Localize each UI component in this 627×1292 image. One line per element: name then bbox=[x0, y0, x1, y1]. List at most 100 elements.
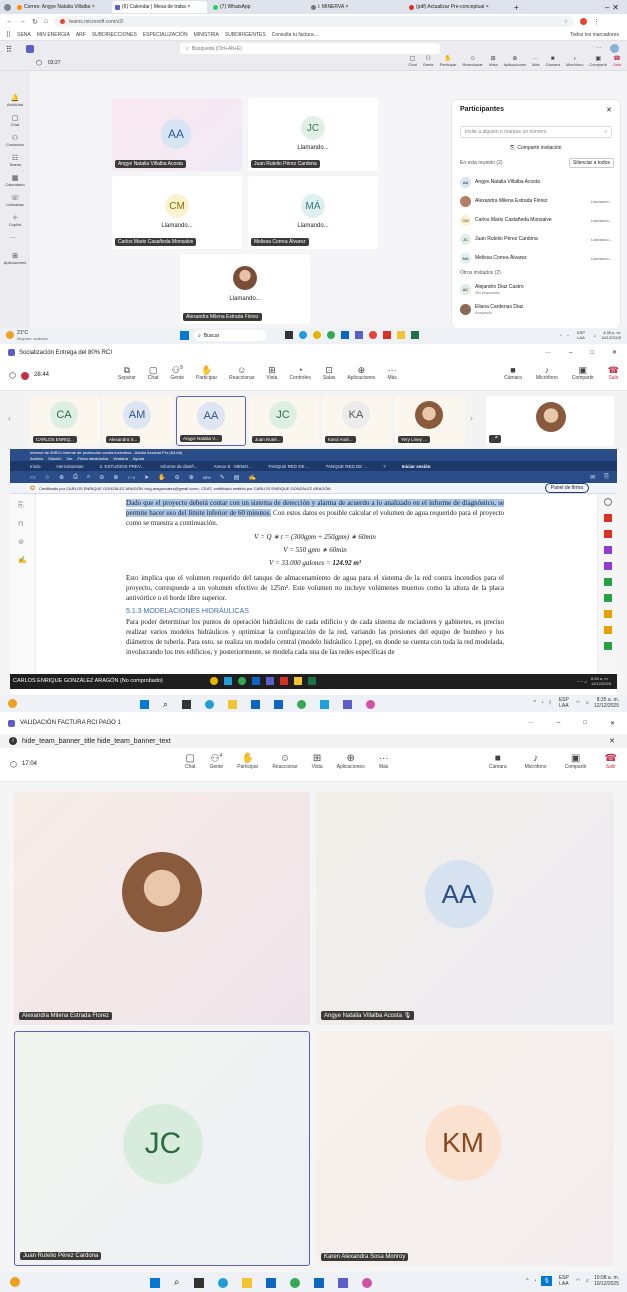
star-icon[interactable]: ☆ bbox=[45, 474, 50, 481]
explorer-icon[interactable] bbox=[241, 1277, 252, 1288]
home-icon[interactable]: ⌂ bbox=[44, 18, 48, 25]
rail-teams[interactable]: ☷ Teams bbox=[3, 155, 27, 167]
strip-participant-tile[interactable]: AA Angye Natalia V... bbox=[176, 396, 246, 446]
wifi-icon[interactable]: ◠ bbox=[576, 1278, 580, 1284]
chrome-icon[interactable] bbox=[327, 331, 335, 339]
chat-button[interactable]: ▢ Chat bbox=[185, 754, 196, 771]
volume-icon[interactable]: ♫ bbox=[593, 333, 596, 338]
menu-item[interactable]: Ventana bbox=[113, 456, 128, 461]
camera-button[interactable]: ■ Cámara bbox=[546, 56, 560, 67]
mute-all-button[interactable]: Silenciar a todos bbox=[569, 158, 614, 168]
acrobat-icon[interactable] bbox=[383, 331, 391, 339]
pages-icon[interactable]: ⎘ bbox=[18, 502, 24, 510]
strip-participant-tile[interactable]: CA CARLOS ENRIQ... bbox=[30, 396, 100, 446]
app-launcher-icon[interactable]: ⠿ bbox=[6, 45, 12, 54]
store-icon[interactable] bbox=[265, 1277, 276, 1288]
more-icon[interactable]: ··· bbox=[596, 45, 601, 51]
camera-button[interactable]: ■ Cámara bbox=[489, 754, 507, 771]
teams-icon[interactable] bbox=[337, 1277, 348, 1288]
search-icon[interactable]: ⌕ bbox=[87, 474, 90, 481]
bookmark[interactable]: ARF bbox=[76, 32, 86, 38]
chat-button[interactable]: ▢ Chat bbox=[148, 366, 159, 382]
rail-chat[interactable]: ▢ Chat bbox=[3, 115, 27, 127]
chrome-icon[interactable] bbox=[313, 331, 321, 339]
mic-icon[interactable]: 🎙 bbox=[541, 1276, 552, 1286]
participant-tile[interactable]: CM Llamando... Carlos Mario Casañeda Mon… bbox=[112, 176, 242, 249]
help-icon[interactable]: ? bbox=[383, 464, 386, 469]
chrome-icon[interactable] bbox=[289, 1277, 300, 1288]
start-icon[interactable] bbox=[150, 1277, 160, 1288]
more-icon[interactable]: ··· bbox=[545, 350, 551, 356]
mic-button[interactable]: ♪ Micrófono bbox=[536, 366, 558, 382]
combine-icon[interactable] bbox=[604, 546, 612, 554]
accessibility-icon[interactable] bbox=[604, 642, 612, 650]
menu-item[interactable]: Archivo bbox=[30, 456, 43, 461]
participant-tile[interactable]: AA Angye Natalia Villalba Acosta 🎙 bbox=[316, 792, 614, 1025]
bookmark[interactable]: SENA bbox=[17, 32, 31, 38]
strip-participant-tile[interactable]: JC Juan Rutel... bbox=[249, 396, 319, 446]
apps-button[interactable]: ⊕ Aplicaciones bbox=[504, 56, 526, 67]
section-header[interactable]: Otros invitados (2) bbox=[460, 270, 501, 276]
chat-button[interactable]: ▢ Chat bbox=[408, 56, 416, 67]
calendar-icon[interactable] bbox=[320, 700, 330, 709]
more-icon[interactable]: ··· bbox=[528, 720, 534, 726]
copilot-icon[interactable] bbox=[361, 1277, 372, 1288]
star-icon[interactable]: ☆ bbox=[564, 19, 568, 25]
outlook-icon[interactable] bbox=[341, 331, 349, 339]
upload-icon[interactable]: ⊕ bbox=[59, 474, 64, 481]
fill-sign-icon[interactable] bbox=[604, 610, 612, 618]
select-icon[interactable]: ➤ bbox=[144, 474, 149, 481]
bookmark[interactable]: SUBDIRIGENTES bbox=[225, 32, 266, 38]
browser-tab[interactable]: Correo: Angye Natalia Villalba × bbox=[14, 1, 109, 13]
leave-button[interactable]: ☎ Salir bbox=[608, 366, 619, 382]
minimize-icon[interactable]: – bbox=[557, 720, 560, 726]
chevron-left-icon[interactable]: ‹ bbox=[8, 413, 11, 423]
apps-icon[interactable]: ⠿ bbox=[6, 31, 11, 39]
zoom-out-icon[interactable]: ⊖ bbox=[175, 474, 180, 481]
participant-tile[interactable]: Llamando... Alexandra Milena Estrada Flo… bbox=[180, 254, 310, 324]
start-icon[interactable] bbox=[140, 700, 149, 709]
clock[interactable]: 8:35 a. m. 12/12/2025 bbox=[594, 697, 619, 709]
share-button[interactable]: ▣ Compartir bbox=[589, 56, 607, 67]
rail-contacts[interactable]: ⚇ Contactos bbox=[3, 135, 27, 147]
edge-icon[interactable] bbox=[205, 700, 215, 709]
browser-tab-active[interactable]: (6) Calendar | Mesa de traba × bbox=[112, 1, 207, 13]
new-tab-icon[interactable]: + bbox=[514, 3, 519, 12]
export-pdf-icon[interactable] bbox=[604, 514, 612, 522]
menu-item[interactable]: Firma electrónica bbox=[77, 456, 108, 461]
leave-button[interactable]: ☎ Salir bbox=[613, 56, 621, 67]
window-close-icon[interactable]: ✕ bbox=[612, 3, 619, 12]
view-button[interactable]: ⊞ Vista bbox=[266, 366, 277, 382]
participant-tile-active[interactable]: JC Juan Rutelio Pérez Cardona bbox=[14, 1031, 310, 1266]
minimize-icon[interactable]: – bbox=[569, 350, 572, 356]
participant-tile[interactable]: MÁ Llamando... Melissa Correa Álvarez bbox=[248, 176, 378, 249]
invite-input[interactable]: Invite a alguien o marque un número ⌕ bbox=[460, 126, 612, 138]
teams-icon[interactable] bbox=[343, 700, 353, 709]
start-icon[interactable] bbox=[180, 331, 189, 340]
network-icon[interactable]: ◔ bbox=[541, 700, 544, 706]
chevron-up-icon[interactable]: ^ bbox=[526, 1278, 528, 1284]
participant-list-item[interactable]: Alexandra Milena Estrada Florez Llamando.… bbox=[460, 193, 612, 209]
chrome-icon[interactable] bbox=[297, 700, 307, 709]
wifi-icon[interactable]: ◔ bbox=[567, 333, 569, 338]
close-icon[interactable]: ✕ bbox=[606, 106, 612, 114]
mic-button[interactable]: ♪ Micrófono bbox=[525, 754, 547, 771]
search-input[interactable]: ⌕ Búsqueda (Ctrl+Alt+E) bbox=[180, 43, 440, 54]
mic-button[interactable]: ♪ Micrófono bbox=[566, 56, 584, 67]
taskview-icon[interactable] bbox=[193, 1277, 204, 1288]
window-minimize-icon[interactable]: – bbox=[605, 3, 609, 12]
tab-search-icon[interactable] bbox=[4, 3, 11, 11]
next-page-icon[interactable]: ⊕ bbox=[113, 474, 118, 481]
participant-tile[interactable]: Alexandra Milena Estrada Florez bbox=[14, 792, 310, 1025]
copilot-icon[interactable] bbox=[366, 700, 376, 709]
maximize-icon[interactable]: □ bbox=[583, 720, 587, 726]
view-button[interactable]: ⊞ Vista bbox=[489, 56, 498, 67]
protect-icon[interactable] bbox=[604, 626, 612, 634]
rail-activity[interactable]: 🔔 Actividad bbox=[3, 95, 27, 107]
strip-participant-tile[interactable]: AM Alexandra S... bbox=[103, 396, 173, 446]
volume-icon[interactable]: ♫ bbox=[585, 1278, 589, 1284]
edge-icon[interactable] bbox=[299, 331, 307, 339]
more-icon[interactable]: ··· bbox=[10, 235, 16, 241]
menu-icon[interactable]: ⋮ bbox=[593, 18, 600, 26]
menu-item[interactable]: Ayuda bbox=[133, 456, 144, 461]
